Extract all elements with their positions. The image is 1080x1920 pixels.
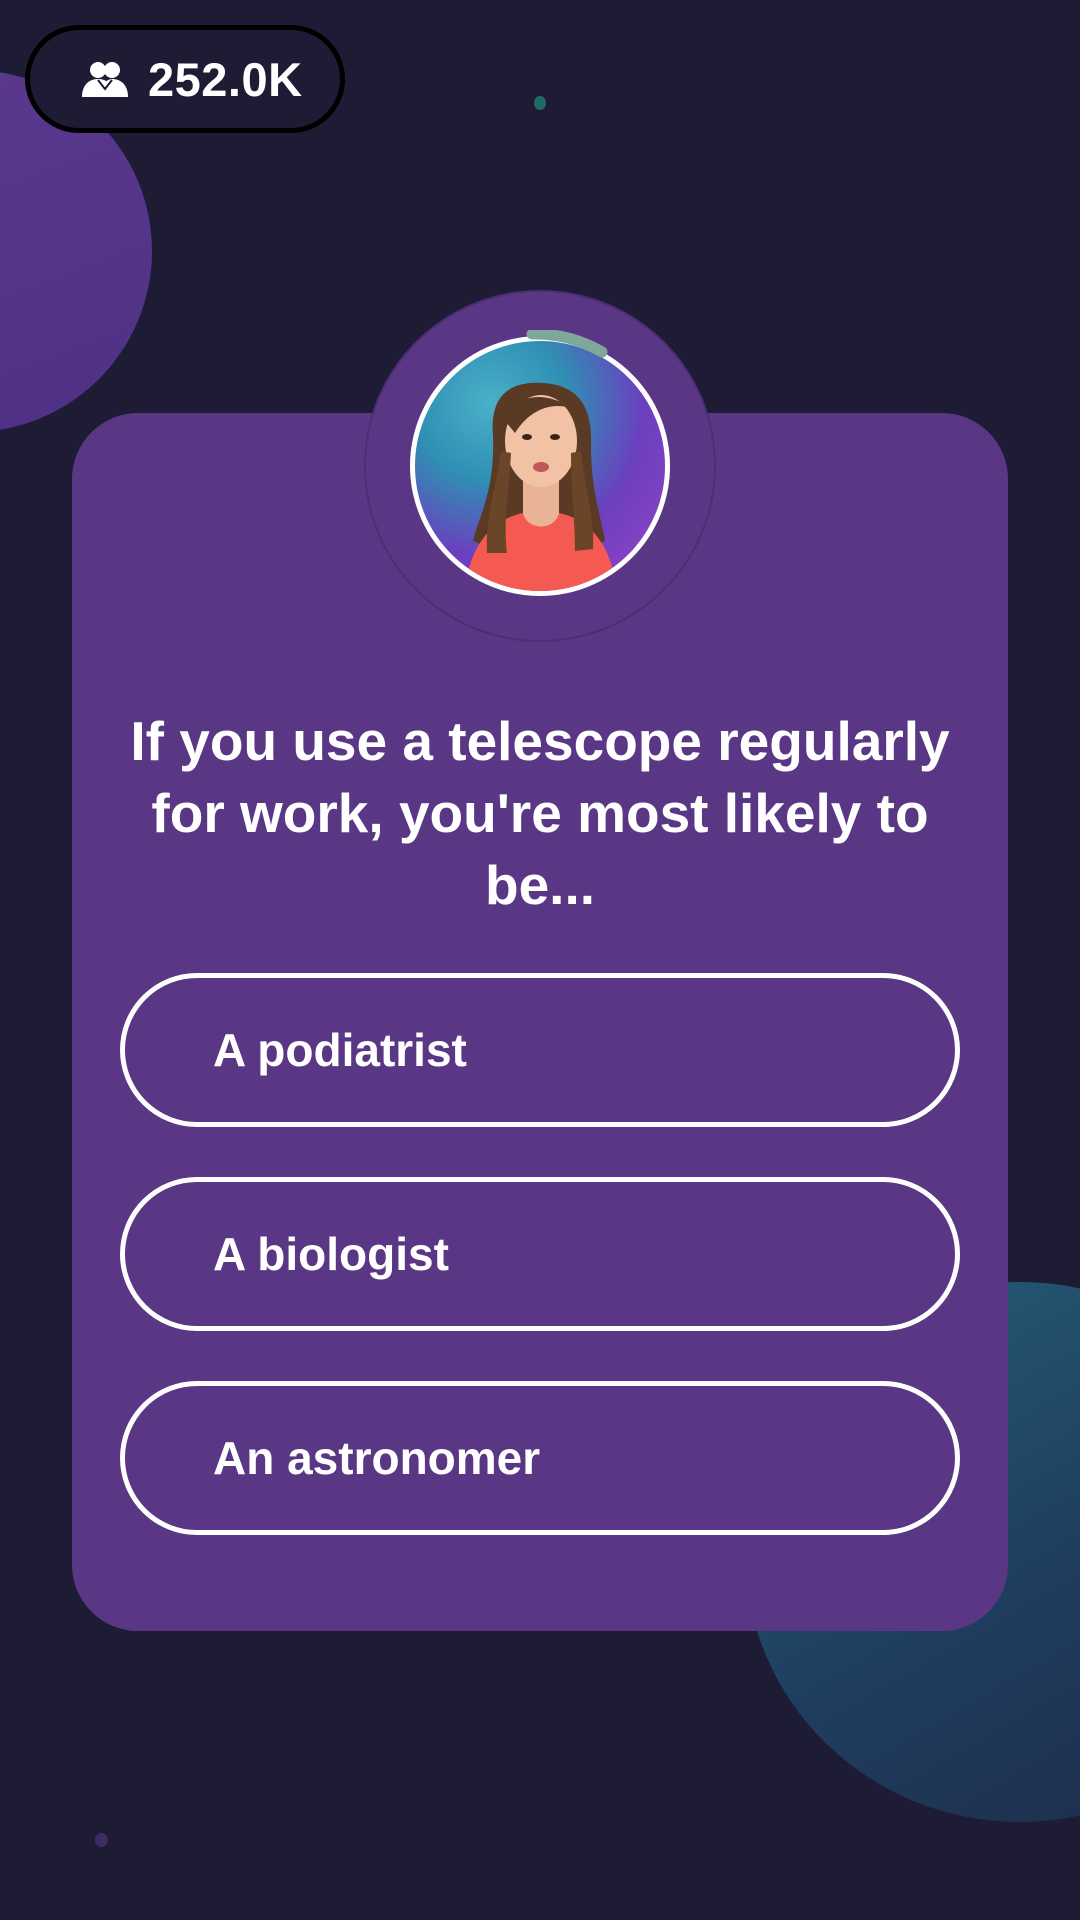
answer-option-2[interactable]: A biologist	[120, 1177, 960, 1331]
background-dot-teal	[534, 96, 546, 110]
users-icon	[80, 59, 130, 99]
answer-option-label: A biologist	[213, 1228, 449, 1280]
answer-option-1[interactable]: A podiatrist	[120, 973, 960, 1127]
background-dot-purple	[95, 1833, 108, 1847]
answer-option-label: A podiatrist	[213, 1024, 467, 1076]
answer-option-3[interactable]: An astronomer	[120, 1381, 960, 1535]
viewer-count: 252.0K	[148, 52, 303, 106]
viewer-count-badge: 252.0K	[25, 25, 345, 133]
countdown-timer-arc	[526, 330, 608, 358]
question-text: If you use a telescope regularly for wor…	[130, 710, 950, 916]
quiz-screen: 252.0K If you use a telescope regularly …	[0, 0, 1080, 1920]
answer-option-label: An astronomer	[213, 1432, 541, 1484]
